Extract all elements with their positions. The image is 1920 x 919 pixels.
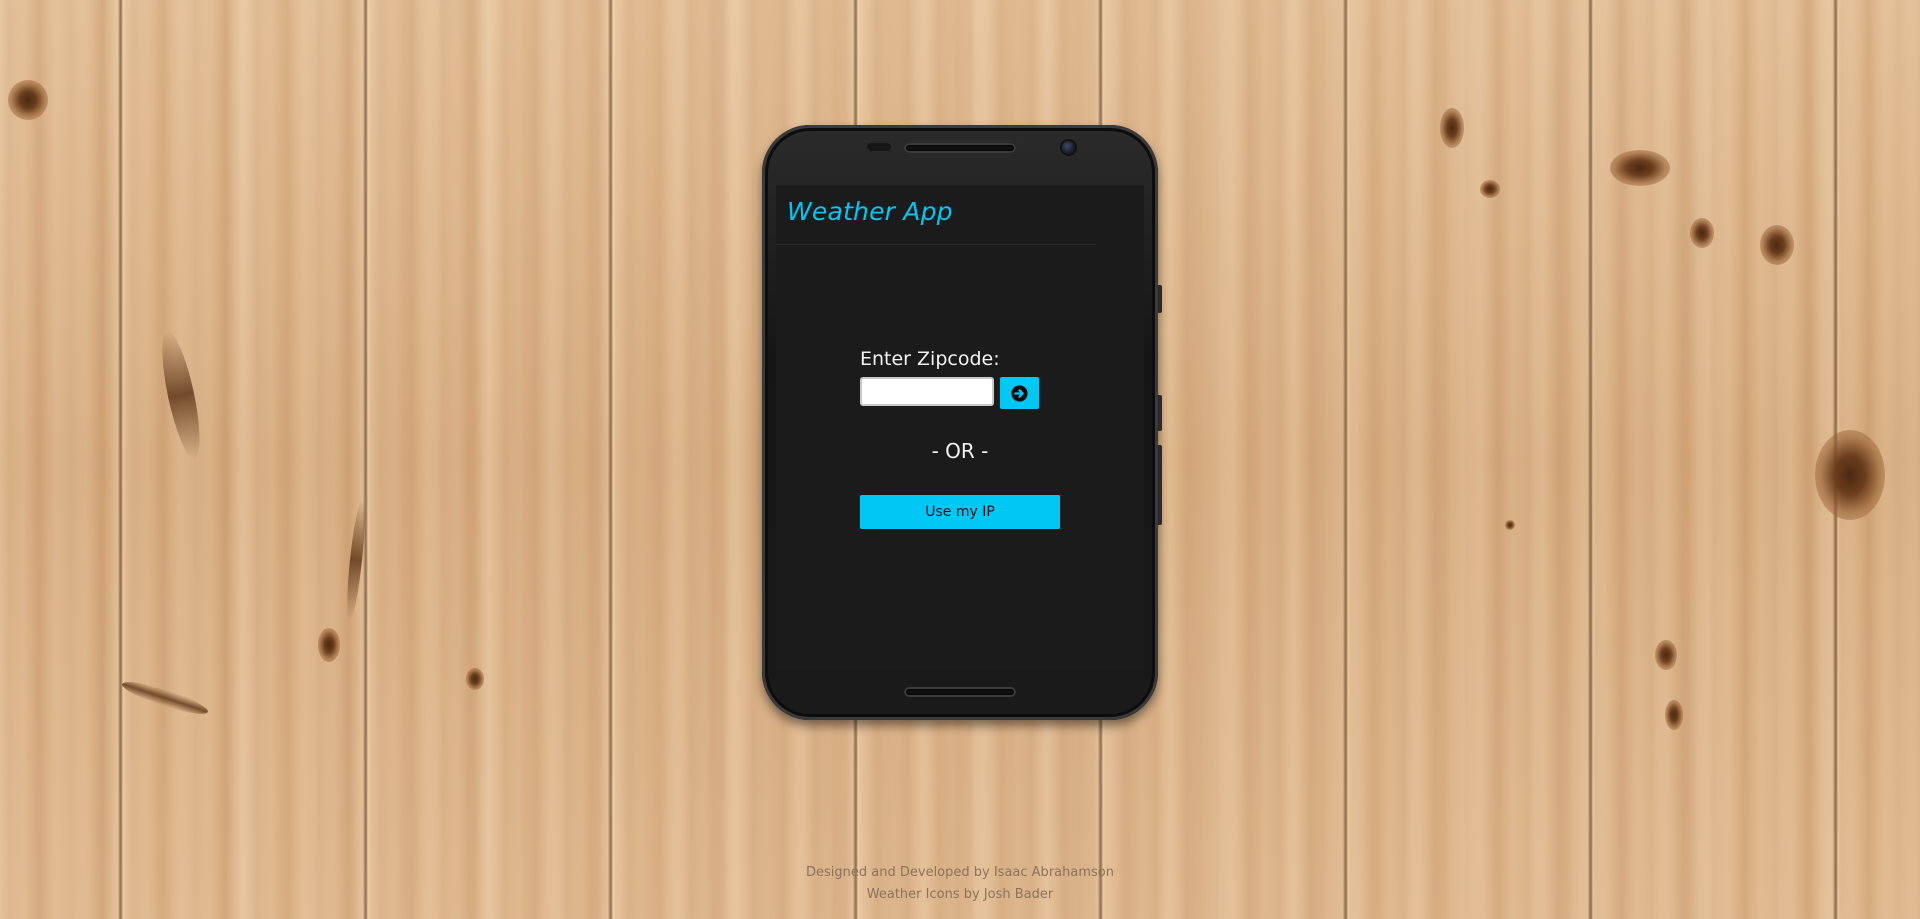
developer-credit: Designed and Developed by Isaac Abrahams… [806, 865, 1114, 880]
zipcode-label: Enter Zipcode: [860, 348, 1000, 370]
arrow-circle-right-icon [1011, 384, 1028, 402]
phone-frame: Weather App Enter Zipcode: - OR - Use my… [762, 125, 1162, 720]
wood-knot [1760, 225, 1794, 265]
submit-zipcode-button[interactable] [1000, 377, 1039, 409]
wood-knot [1815, 430, 1885, 520]
front-camera [1062, 141, 1075, 154]
wood-knot [1690, 218, 1714, 248]
wood-knot [1655, 640, 1677, 670]
zipcode-input[interactable] [860, 377, 994, 406]
use-my-ip-button[interactable]: Use my IP [860, 495, 1060, 529]
wood-knot [466, 668, 484, 690]
side-button [1158, 395, 1162, 431]
side-button [1158, 445, 1162, 525]
wood-knot [8, 80, 48, 120]
title-divider [776, 244, 1096, 245]
or-separator: - OR - [931, 439, 989, 463]
side-button [1158, 285, 1162, 313]
wood-streak [154, 328, 208, 462]
wood-knot [1505, 520, 1515, 530]
earpiece-speaker [904, 143, 1016, 153]
wood-streak [343, 499, 369, 621]
app-screen: Weather App Enter Zipcode: - OR - Use my… [776, 185, 1144, 670]
app-title: Weather App [787, 197, 953, 226]
wood-streak [119, 676, 211, 720]
wood-knot [1440, 108, 1464, 148]
footer-credits: Designed and Developed by Isaac Abrahams… [0, 862, 1920, 906]
home-button [904, 687, 1016, 697]
page: { "app": { "title": "Weather App" }, "fo… [0, 0, 1920, 919]
icons-credit: Weather Icons by Josh Bader [866, 887, 1054, 902]
wood-knot [1665, 700, 1683, 730]
proximity-sensor [866, 142, 892, 152]
wood-knot [1480, 180, 1500, 198]
wood-knot [1610, 150, 1670, 186]
wood-knot [318, 628, 340, 662]
